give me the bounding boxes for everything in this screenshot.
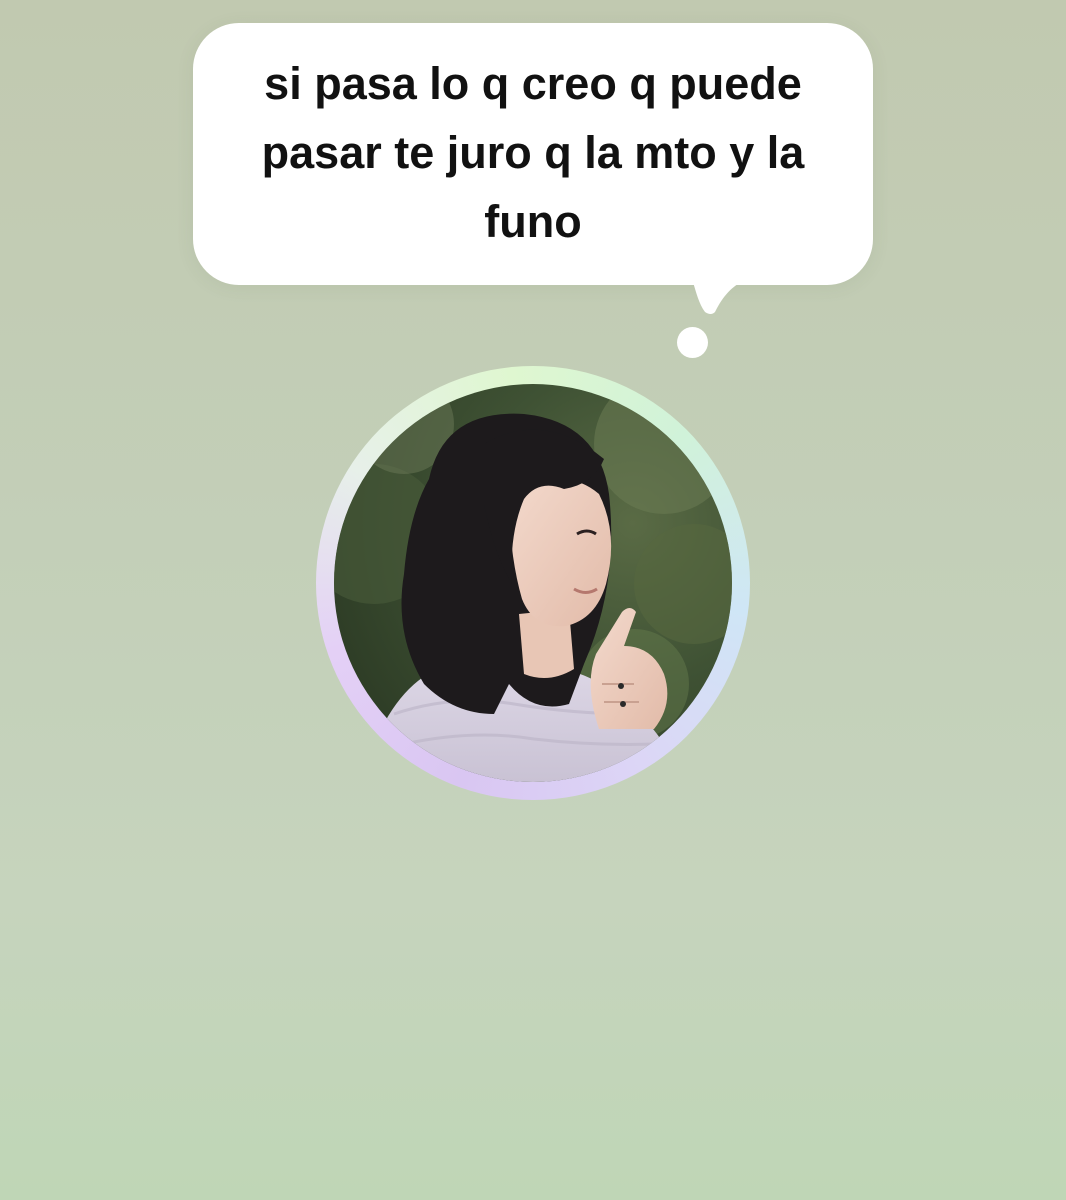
bubble-dot [677, 327, 708, 358]
avatar-ring[interactable] [316, 366, 750, 800]
note-bubble[interactable]: si pasa lo q creo q puede pasar te juro … [193, 23, 873, 285]
avatar[interactable] [334, 384, 732, 782]
bubble-tail [693, 282, 741, 314]
note-text: si pasa lo q creo q puede pasar te juro … [261, 57, 805, 247]
